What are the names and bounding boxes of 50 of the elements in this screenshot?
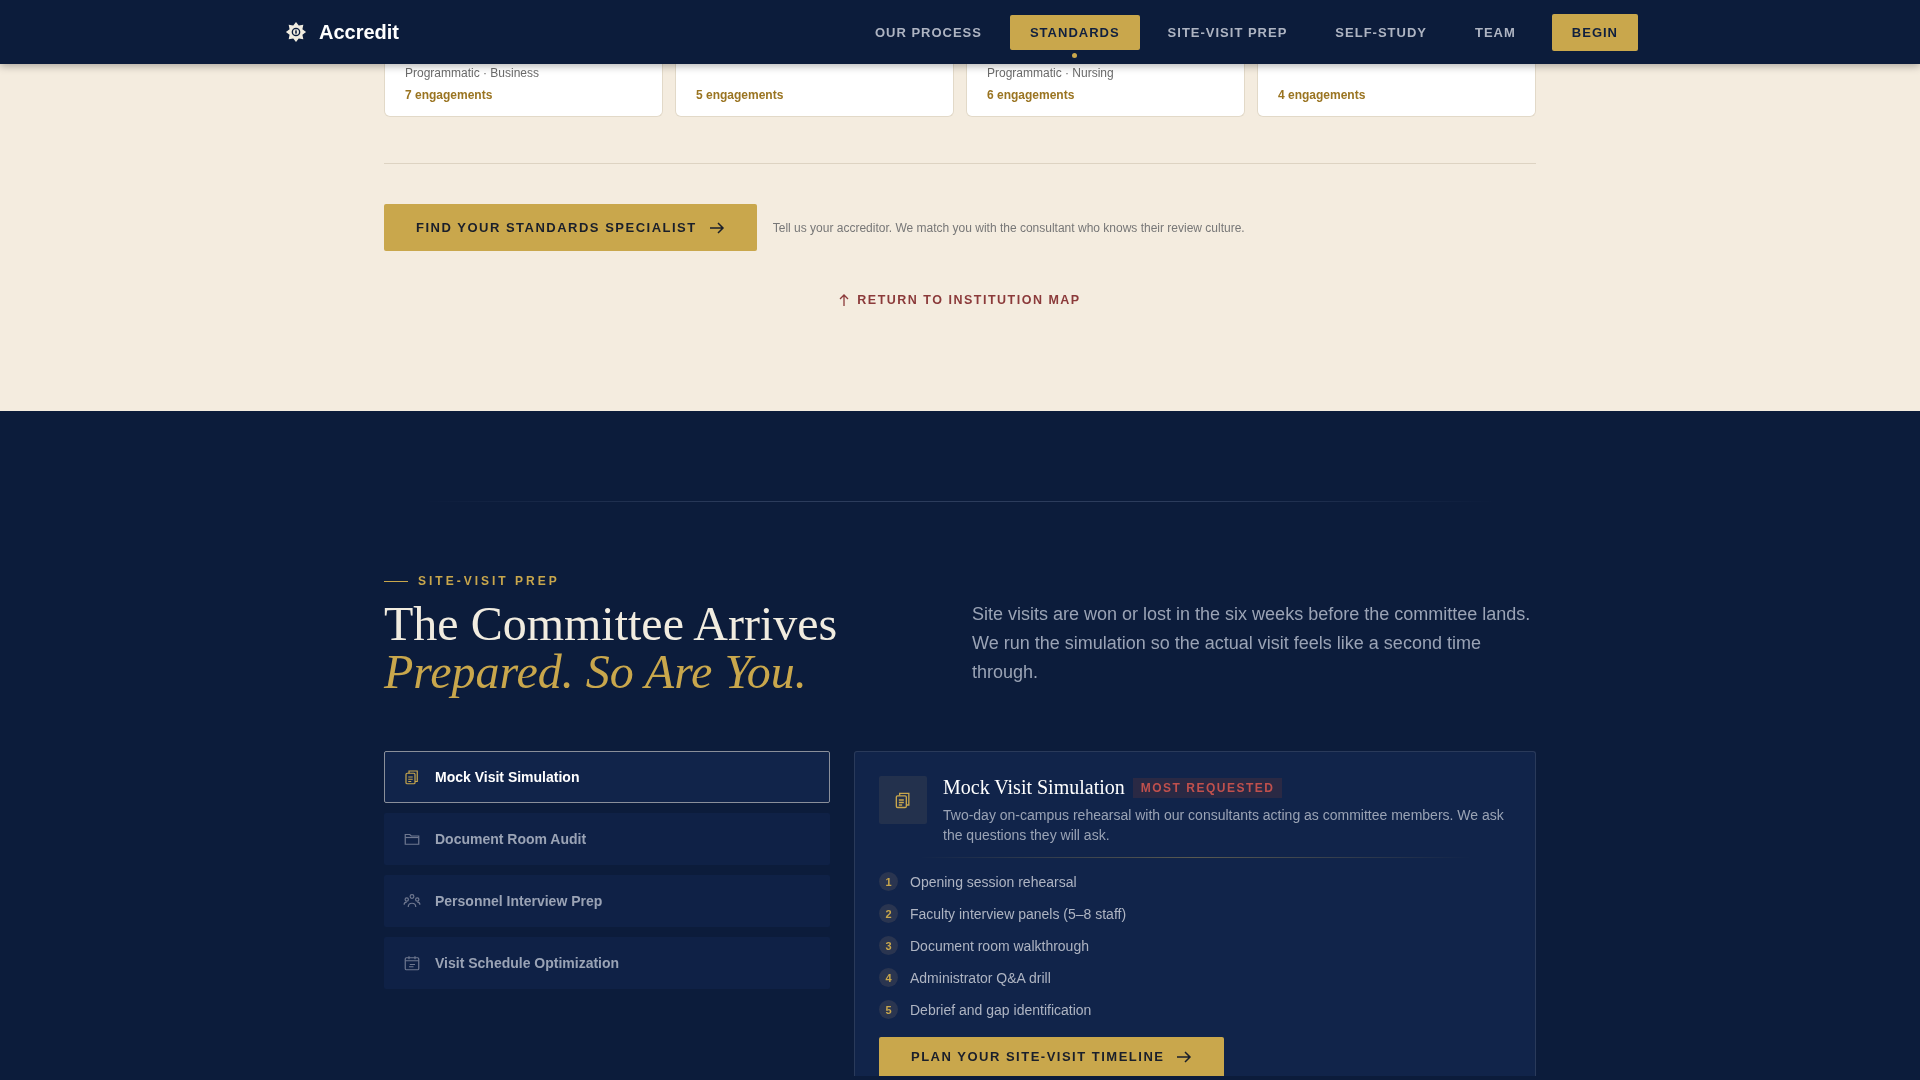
- service-tab[interactable]: Personnel Interview Prep: [384, 875, 830, 927]
- step-number: 5: [879, 1000, 898, 1019]
- nav-link[interactable]: TEAM: [1455, 14, 1536, 50]
- section-eyebrow: SITE-VISIT PREP: [418, 574, 560, 588]
- section-subtitle: Prepared. So Are You.: [384, 648, 808, 696]
- begin-button[interactable]: BEGIN: [1551, 13, 1638, 51]
- clipboard-icon: [403, 768, 421, 786]
- intro-paragraph: Site visits are won or lost in the six weeks before the committee lands. We run the simulation so the actual visit feels like a second time through.: [972, 603, 1532, 684]
- clipboard-icon: [893, 790, 913, 810]
- people-icon: [403, 892, 421, 910]
- plan-timeline-button[interactable]: PLAN YOUR SITE-VISIT TIMELINE: [879, 1037, 1225, 1076]
- engagement-count: 4 engagements: [1278, 88, 1367, 102]
- step-number: 3: [879, 936, 898, 955]
- accreditor-card[interactable]: 4 engagements: [1257, 64, 1536, 117]
- step-number: 2: [879, 904, 898, 923]
- active-indicator: [1072, 52, 1078, 58]
- service-tab[interactable]: Mock Visit Simulation: [384, 751, 830, 803]
- card-subtitle: Programmatic · Nursing: [987, 66, 1115, 80]
- section-title: The Committee Arrives: [384, 600, 838, 648]
- engagement-count: 6 engagements: [987, 88, 1076, 102]
- step-number: 1: [879, 872, 898, 891]
- return-link[interactable]: RETURN TO INSTITUTION MAP: [839, 293, 1081, 307]
- step-text: Administrator Q&A drill: [910, 969, 1051, 986]
- arrow-up-icon: [839, 293, 850, 307]
- accreditor-card[interactable]: Programmatic · Nursing 6 engagements: [966, 64, 1245, 117]
- nav-link[interactable]: SELF-STUDY: [1315, 14, 1447, 50]
- card-subtitle: Programmatic · Business: [405, 66, 541, 80]
- arrow-right-icon: [708, 221, 725, 234]
- detail-title: Mock Visit Simulation: [943, 776, 1125, 799]
- detail-description: Two-day on-campus rehearsal with our consultants acting as committee members. We ask the questions they will ask.: [943, 806, 1505, 845]
- nav-link[interactable]: STANDARDS: [1009, 14, 1140, 50]
- nav-link[interactable]: SITE-VISIT PREP: [1147, 14, 1308, 50]
- nav-link[interactable]: OUR PROCESS: [854, 14, 1002, 50]
- step-number: 4: [879, 968, 898, 987]
- step-text: Opening session rehearsal: [910, 873, 1077, 890]
- accreditor-card[interactable]: Programmatic · Business 7 engagements: [384, 64, 663, 117]
- step-text: Document room walkthrough: [910, 937, 1089, 954]
- step-text: Faculty interview panels (5–8 staff): [910, 905, 1127, 922]
- find-specialist-button[interactable]: FIND YOUR STANDARDS SPECIALIST: [384, 204, 757, 251]
- engagement-count: 5 engagements: [696, 88, 785, 102]
- brand-name[interactable]: Accredit: [319, 20, 400, 44]
- cta-note: Tell us your accreditor. We match you with the consultant who knows their review culture.: [772, 220, 1245, 235]
- accreditor-card[interactable]: 5 engagements: [675, 64, 954, 117]
- service-tab[interactable]: Visit Schedule Optimization: [384, 937, 830, 989]
- arrow-right-icon: [1176, 1050, 1193, 1063]
- calendar-icon: [403, 954, 421, 972]
- service-tab[interactable]: Document Room Audit: [384, 813, 830, 865]
- most-requested-badge: MOST REQUESTED: [1132, 777, 1283, 798]
- engagement-count: 7 engagements: [405, 88, 494, 102]
- step-text: Debrief and gap identification: [910, 1001, 1092, 1018]
